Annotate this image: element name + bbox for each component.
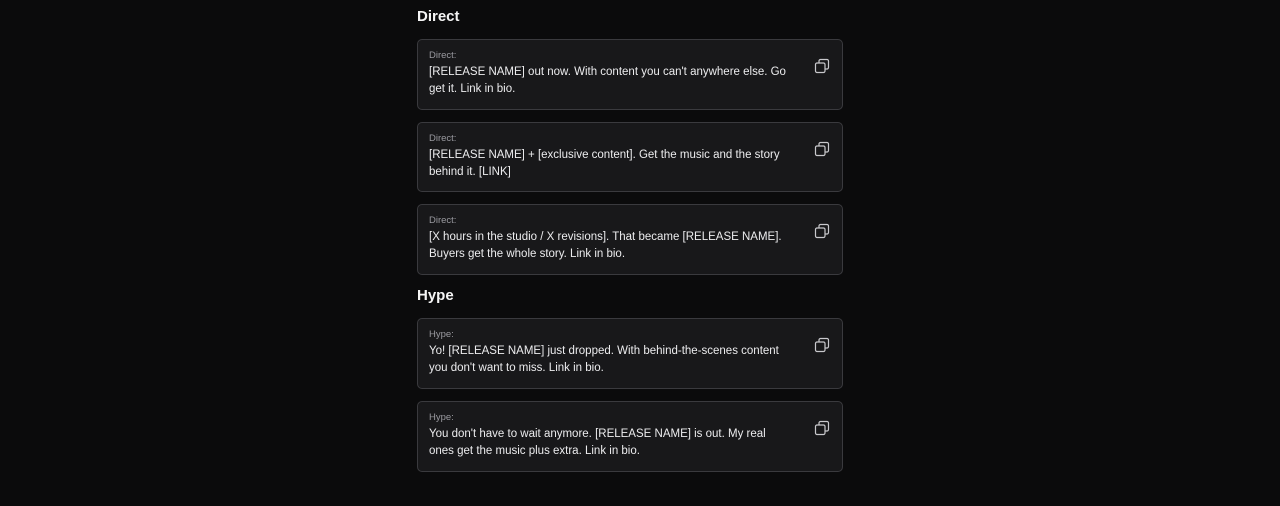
copy-icon xyxy=(814,223,830,239)
caption-card: Hype: Yo! [RELEASE NAME] just dropped. W… xyxy=(417,318,843,389)
section-title: Hype xyxy=(417,287,454,304)
caption-label: Hype: xyxy=(429,329,454,340)
copy-icon xyxy=(814,141,830,157)
section-direct: Direct xyxy=(417,8,460,26)
copy-icon xyxy=(814,420,830,436)
caption-card: Direct: [X hours in the studio / X revis… xyxy=(417,204,843,275)
caption-label: Direct: xyxy=(429,50,457,61)
copy-icon xyxy=(814,337,830,353)
caption-text: Yo! [RELEASE NAME] just dropped. With be… xyxy=(429,345,779,374)
copy-button[interactable] xyxy=(814,223,830,239)
caption-text: [RELEASE NAME] + [exclusive content]. Ge… xyxy=(429,149,780,178)
copy-button[interactable] xyxy=(814,337,830,353)
caption-card: Hype: You don't have to wait anymore. [R… xyxy=(417,401,843,472)
copy-icon xyxy=(814,58,830,74)
caption-text: You don't have to wait anymore. [RELEASE… xyxy=(429,428,766,457)
caption-text: [RELEASE NAME] out now. With content you… xyxy=(429,66,786,95)
caption-text: [X hours in the studio / X revisions]. T… xyxy=(429,231,782,260)
caption-label: Direct: xyxy=(429,133,457,144)
section-title: Direct xyxy=(417,8,460,25)
caption-card: Direct: [RELEASE NAME] + [exclusive cont… xyxy=(417,122,843,192)
caption-label: Hype: xyxy=(429,412,454,423)
copy-button[interactable] xyxy=(814,141,830,157)
caption-label: Direct: xyxy=(429,215,457,226)
copy-button[interactable] xyxy=(814,420,830,436)
section-hype: Hype xyxy=(417,287,454,305)
copy-button[interactable] xyxy=(814,58,830,74)
caption-card: Direct: [RELEASE NAME] out now. With con… xyxy=(417,39,843,110)
